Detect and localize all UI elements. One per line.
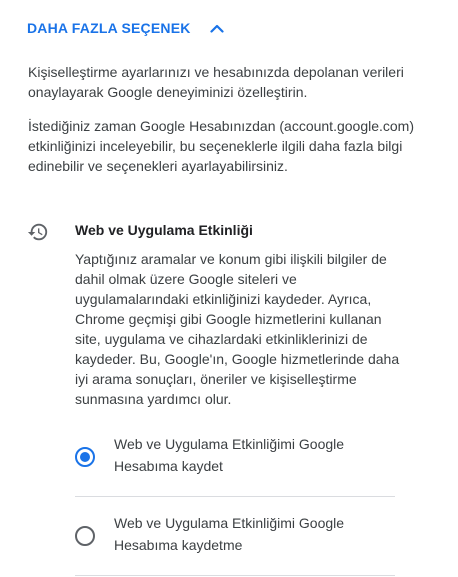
web-activity-description: Yaptığınız aramalar ve konum gibi ilişki… — [75, 251, 400, 407]
dont-save-activity-option[interactable]: Web ve Uygulama Etkinliğimi Google Hesab… — [75, 512, 395, 556]
more-options-label: DAHA FAZLA SEÇENEK — [27, 20, 191, 36]
save-activity-label: Web ve Uygulama Etkinliğimi Google Hesab… — [114, 436, 345, 474]
more-options-toggle[interactable]: DAHA FAZLA SEÇENEK — [27, 18, 225, 38]
save-activity-option[interactable]: Web ve Uygulama Etkinliğimi Google Hesab… — [75, 433, 395, 477]
web-activity-title: Web ve Uygulama Etkinliği — [75, 222, 253, 238]
save-activity-radio[interactable] — [75, 447, 95, 467]
option-divider — [75, 575, 395, 576]
intro-paragraph-1: Kişiselleştirme ayarlarınızı ve hesabını… — [28, 64, 404, 100]
chevron-up-icon — [209, 20, 225, 36]
history-icon — [27, 221, 49, 243]
option-divider — [75, 496, 395, 497]
intro-paragraph-2: İstediğiniz zaman Google Hesabınızdan (a… — [28, 118, 414, 174]
dont-save-activity-label: Web ve Uygulama Etkinliğimi Google Hesab… — [114, 515, 345, 553]
privacy-settings-page: DAHA FAZLA SEÇENEK Kişiselleştirme ayarl… — [0, 0, 458, 577]
dont-save-activity-radio[interactable] — [75, 526, 95, 546]
